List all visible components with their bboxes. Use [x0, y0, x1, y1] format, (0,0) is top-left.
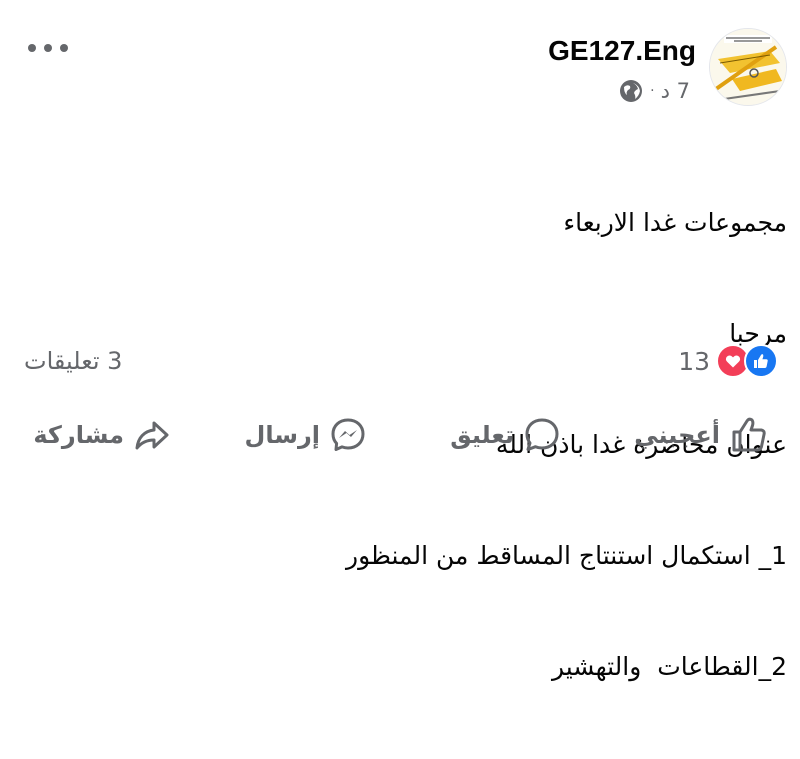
thumbs-up-icon	[732, 417, 766, 452]
reactions-summary[interactable]: 13	[678, 344, 778, 378]
comment-button[interactable]: تعليق	[450, 410, 562, 460]
drafting-tools-icon	[710, 29, 786, 105]
more-options-icon[interactable]	[28, 38, 68, 58]
page-avatar[interactable]	[709, 28, 787, 106]
dot-icon	[60, 44, 68, 52]
reaction-icons	[716, 344, 778, 378]
send-button[interactable]: إرسال	[245, 410, 368, 460]
meta-separator: ·	[650, 83, 655, 99]
action-bar: أعجبني تعليق إرسال مشاركة	[0, 410, 800, 460]
share-label: مشاركة	[33, 421, 124, 449]
dot-icon	[28, 44, 36, 52]
post-time[interactable]: 7 د	[661, 79, 690, 103]
post-meta: 7 د ·	[618, 78, 690, 104]
like-button[interactable]: أعجبني	[634, 410, 770, 460]
comments-count-link[interactable]: 3 تعليقات	[24, 347, 122, 375]
send-label: إرسال	[244, 421, 320, 449]
reactions-count: 13	[678, 346, 710, 376]
post-line: 1_ استكمال استنتاج المساقط من المنظور	[346, 541, 787, 570]
share-arrow-icon	[135, 421, 169, 450]
post-line: 2_القطاعات والتهشير	[551, 652, 787, 681]
comment-label: تعليق	[450, 421, 514, 449]
post-line: مجموعات غدا الاربعاء	[563, 208, 787, 237]
post-card: GE127.Eng 7 د · مجموعات غدا الاربعاء مرح…	[0, 0, 800, 681]
comment-bubble-icon	[525, 418, 559, 451]
page-name-link[interactable]: GE127.Eng	[548, 34, 696, 68]
globe-icon[interactable]	[618, 78, 644, 104]
share-button[interactable]: مشاركة	[33, 410, 172, 460]
dot-icon	[44, 44, 52, 52]
like-reaction-icon	[744, 344, 778, 378]
messenger-icon	[331, 418, 365, 451]
like-label: أعجبني	[634, 421, 720, 449]
